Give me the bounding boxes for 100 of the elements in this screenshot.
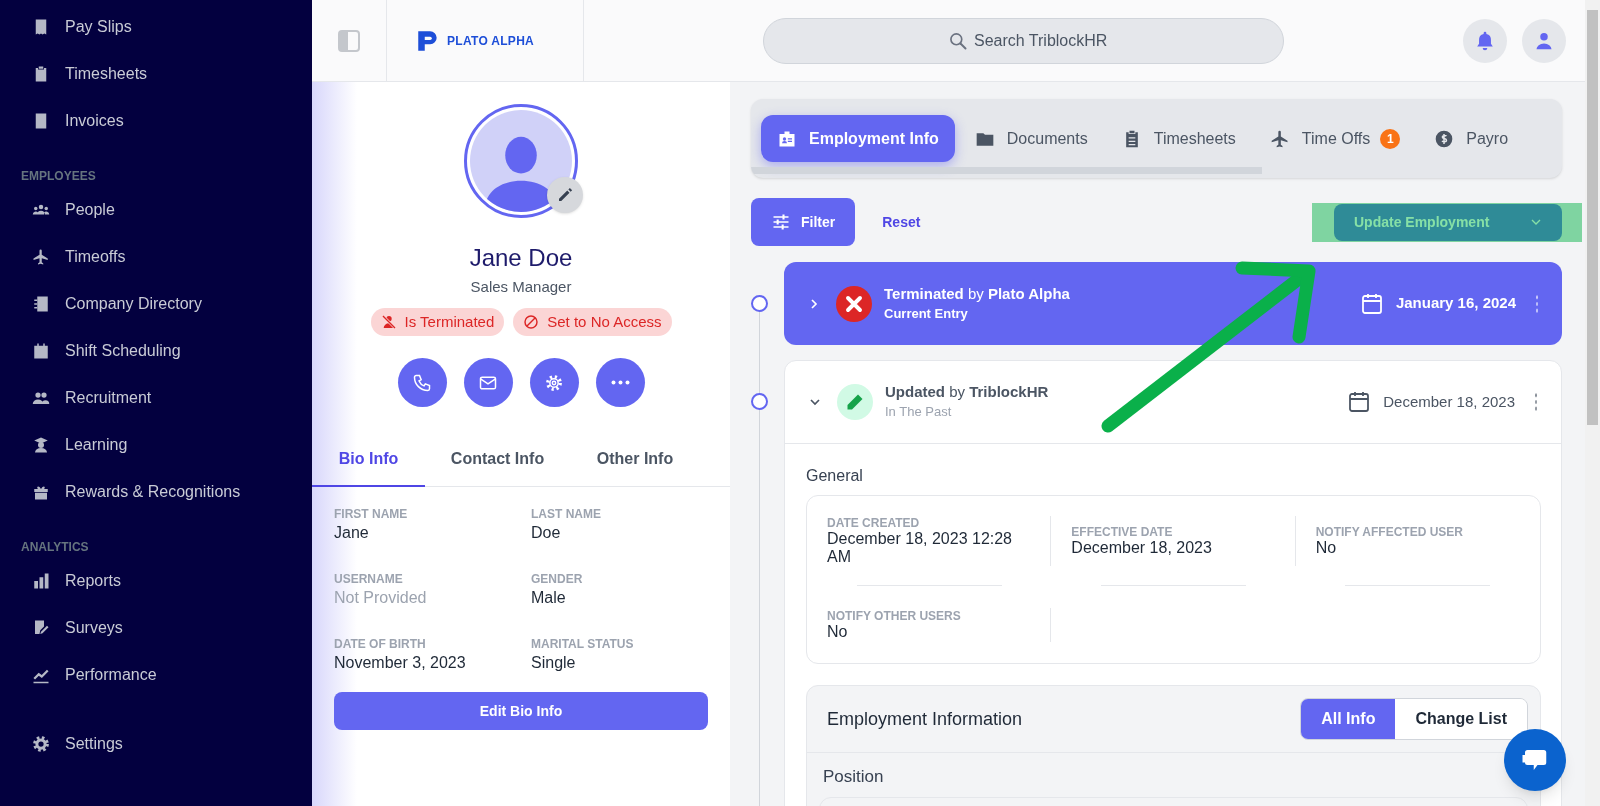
no-access-icon: [523, 314, 540, 330]
field-value: No: [1315, 539, 1338, 557]
section-heading: General: [806, 466, 864, 486]
field-label: MARITAL STATUS: [531, 637, 635, 651]
logo-text: PLATO ALPHA: [447, 32, 535, 50]
filter-button[interactable]: Filter: [751, 198, 856, 246]
user-icon: [1534, 30, 1554, 51]
count-badge: 1: [1380, 128, 1401, 149]
more-options-button[interactable]: [1533, 392, 1539, 412]
profile-name: Jane Doe: [469, 243, 573, 273]
reset-link[interactable]: Reset: [882, 211, 921, 233]
field-label: EFFECTIVE DATE: [1071, 525, 1174, 539]
entry-title: Updated by TriblockHR: [885, 382, 1049, 402]
sidebar-item[interactable]: People: [0, 186, 312, 233]
field-label: NOTIFY OTHER USERS: [827, 609, 962, 623]
sidebar-item[interactable]: Learning: [0, 421, 312, 468]
user-avatar-button[interactable]: [1522, 18, 1566, 63]
settings-icon: [32, 734, 50, 753]
user-slash-icon: [380, 314, 397, 330]
sidebar-item[interactable]: Recruitment: [0, 374, 312, 421]
field-label: DATE CREATED: [827, 516, 921, 530]
more-options-button[interactable]: [1534, 293, 1540, 314]
entry-subtitle: Current Entry: [884, 304, 969, 323]
profile-tab[interactable]: Other Info: [570, 432, 700, 487]
field-label: USERNAME: [334, 572, 404, 586]
field-value: November 3, 2023: [334, 653, 467, 673]
settings-icon: [544, 372, 564, 393]
sidebar-item[interactable]: Company Directory: [0, 280, 312, 327]
sidebar-item[interactable]: Rewards & Recognitions: [0, 468, 312, 515]
sidebar-item[interactable]: Surveys: [0, 604, 312, 651]
sliders-icon: [771, 212, 791, 232]
status-badge: Set to No Access: [513, 308, 672, 336]
field-label: NOTIFY AFFECTED USER: [1315, 525, 1464, 539]
dollar-coin-icon: [1434, 128, 1455, 149]
settings-button[interactable]: [529, 358, 579, 407]
view-toggle-button[interactable]: Change List: [1395, 699, 1527, 739]
graduate-icon: [32, 435, 50, 454]
sidebar-item[interactable]: Invoices: [0, 97, 312, 144]
entry-date: January 16, 2024: [1395, 293, 1516, 314]
profile-tab[interactable]: Contact Info: [425, 432, 570, 487]
sidebar-item[interactable]: Timeoffs: [0, 233, 312, 280]
field-value: No: [827, 623, 849, 641]
job-title: Sales Manager: [470, 277, 572, 297]
sidebar-item[interactable]: Reports: [0, 557, 312, 604]
edit-document-icon: [32, 618, 50, 637]
section-heading: Position: [822, 766, 885, 788]
calendar-icon: [1359, 291, 1384, 316]
field-label: FIRST NAME: [334, 507, 409, 521]
calendar-icon: [1347, 390, 1372, 414]
content-tab[interactable]: Time Offs 1: [1255, 115, 1415, 162]
field-value: December 18, 2023 12:28 AM: [827, 530, 1013, 566]
search-field[interactable]: Search TriblockHR: [763, 17, 1284, 64]
sidebar-item[interactable]: Timesheets: [0, 50, 312, 97]
pencil-icon: [556, 186, 574, 204]
sidebar-toggle-button[interactable]: [338, 29, 360, 52]
bell-icon: [1474, 29, 1496, 52]
field-value: Not Provided: [334, 588, 428, 608]
field-value: Jane: [334, 523, 370, 543]
calendar-icon: [32, 341, 50, 360]
notifications-button[interactable]: [1463, 18, 1507, 63]
edit-bio-info-button[interactable]: Edit Bio Info: [334, 692, 708, 730]
status-badge: Is Terminated: [370, 308, 505, 336]
search-icon: [948, 30, 968, 51]
bar-chart-icon: [32, 571, 50, 590]
field-label: GENDER: [531, 572, 584, 586]
content-tab[interactable]: Timesheets: [1107, 115, 1250, 162]
call-button[interactable]: [397, 358, 447, 407]
more-options-button[interactable]: [595, 358, 645, 407]
phone-icon: [412, 372, 432, 393]
kebab-menu-icon: [1534, 293, 1540, 314]
content-tab[interactable]: Employment Info: [761, 115, 955, 162]
field-value: Doe: [531, 523, 562, 543]
entry-subtitle: In The Past: [885, 403, 953, 421]
edit-photo-button[interactable]: [547, 177, 583, 213]
scrollbar[interactable]: [1585, 0, 1600, 806]
sidebar-item[interactable]: Pay Slips: [0, 3, 312, 50]
sidebar-item[interactable]: Settings: [0, 720, 312, 767]
panel-title: Employment Information: [827, 707, 1023, 731]
airplane-icon: [32, 247, 50, 266]
airplane-icon: [1269, 128, 1290, 149]
kebab-menu-icon: [1533, 392, 1539, 412]
field-label: LAST NAME: [531, 507, 602, 521]
entry-date: December 18, 2023: [1383, 391, 1515, 412]
field-label: DATE OF BIRTH: [334, 637, 427, 651]
sidebar-item[interactable]: Performance: [0, 651, 312, 698]
contact-card-icon: [32, 294, 50, 313]
scrollbar-thumb[interactable]: [1587, 10, 1598, 425]
view-toggle-button[interactable]: All Info: [1301, 699, 1396, 739]
field-value: Single: [531, 653, 577, 673]
field-value: December 18, 2023: [1071, 539, 1213, 557]
section-heading: ANALYTICS: [20, 539, 90, 556]
sidebar-item[interactable]: Shift Scheduling: [0, 327, 312, 374]
content-tab[interactable]: Payro: [1420, 115, 1523, 162]
content-tab[interactable]: Documents: [960, 115, 1102, 162]
email-button[interactable]: [463, 358, 513, 407]
x-circle-icon: [836, 285, 872, 322]
section-heading: EMPLOYEES: [20, 168, 97, 185]
entry-title: Terminated by Plato Alpha: [884, 283, 1070, 304]
profile-tab[interactable]: Bio Info: [312, 432, 425, 487]
field-value: Male: [531, 588, 567, 608]
